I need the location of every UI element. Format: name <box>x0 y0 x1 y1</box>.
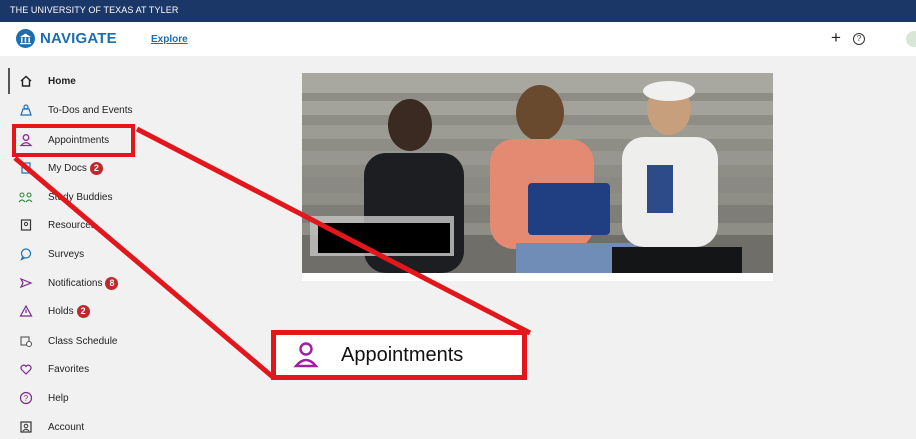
callout-label: Appointments <box>341 343 464 366</box>
appointments-callout: Appointments <box>271 330 527 380</box>
person-icon <box>293 341 319 369</box>
appointments-highlight-box <box>12 124 135 157</box>
